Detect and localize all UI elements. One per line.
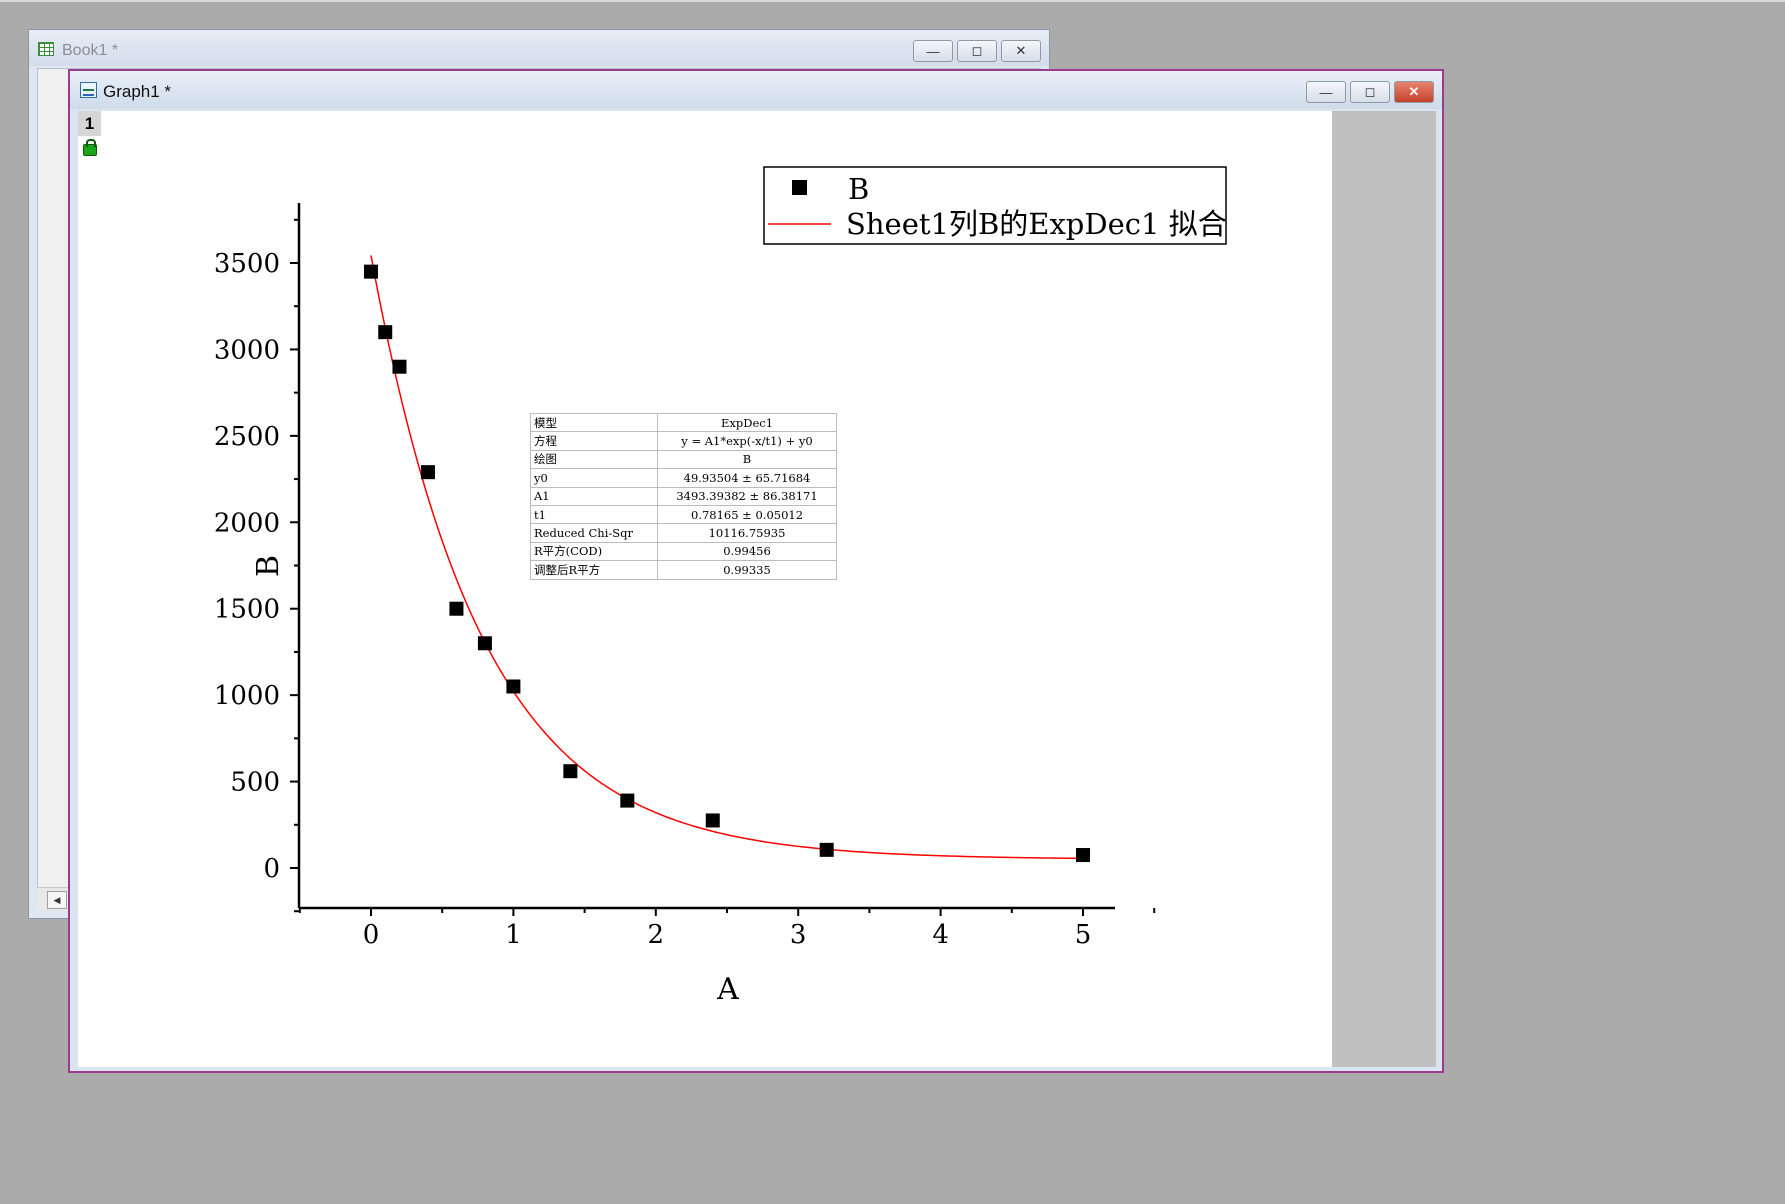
y-tick-label: 2000 bbox=[214, 508, 280, 538]
x-tick-label: 2 bbox=[648, 920, 665, 950]
data-point bbox=[506, 679, 521, 694]
scroll-left-arrow-icon[interactable]: ◀ bbox=[47, 891, 67, 909]
stats-key: Reduced Chi-Sqr bbox=[530, 523, 658, 543]
stats-row: 调整后R平方 0.99335 bbox=[530, 560, 837, 580]
stats-row: t1 0.78165 ± 0.05012 bbox=[530, 504, 837, 525]
data-point bbox=[620, 793, 635, 808]
mdi-top-border bbox=[0, 0, 1785, 2]
stats-value: y = A1*exp(-x/t1) + y0 bbox=[657, 431, 837, 451]
x-tick-label: 4 bbox=[932, 920, 949, 950]
stats-value: 10116.75935 bbox=[657, 523, 837, 543]
book1-titlebar[interactable]: Book1 * — ◻ ✕ bbox=[29, 30, 1049, 66]
stats-row: y0 49.93504 ± 65.71684 bbox=[530, 468, 837, 488]
stats-value: 0.99335 bbox=[657, 560, 837, 580]
stats-row: Reduced Chi-Sqr 10116.75935 bbox=[530, 523, 837, 543]
book1-minimize-button[interactable]: — bbox=[913, 40, 953, 62]
fit-stats-table[interactable]: 模型 ExpDec1 方程 y = A1*exp(-x/t1) + y0 绘图 By0 49… bbox=[530, 412, 837, 580]
legend[interactable]: B Sheet1列B的ExpDec1 拟合 bbox=[763, 166, 1227, 245]
graph1-window[interactable]: Graph1 * — ◻ ✕ 1 0 1 2 3 4 5 0 500 1000 1500 2000 2… bbox=[68, 69, 1444, 1073]
data-point bbox=[1076, 848, 1090, 863]
stats-key: 调整后R平方 bbox=[530, 560, 658, 580]
x-tick-label: 0 bbox=[363, 920, 380, 950]
worksheet-icon bbox=[38, 42, 54, 56]
x-tick-label: 1 bbox=[505, 920, 522, 950]
y-tick-label: 500 bbox=[230, 768, 280, 798]
y-axis-label: B bbox=[251, 555, 286, 577]
stats-value: 49.93504 ± 65.71684 bbox=[657, 468, 837, 488]
y-tick-label: 1000 bbox=[214, 681, 280, 711]
data-point bbox=[364, 264, 378, 279]
stats-row: 绘图 B bbox=[530, 449, 837, 470]
legend-fit-label: Sheet1列B的ExpDec1 拟合 bbox=[846, 207, 1227, 241]
data-point bbox=[420, 465, 435, 480]
stats-row: A1 3493.39382 ± 86.38171 bbox=[530, 486, 837, 506]
stats-row: R平方(COD) 0.99456 bbox=[530, 541, 837, 562]
book1-close-button[interactable]: ✕ bbox=[1001, 40, 1041, 62]
stats-key: 模型 bbox=[530, 412, 658, 433]
x-axis-label: A bbox=[716, 972, 739, 1007]
book1-caption-buttons: — ◻ ✕ bbox=[913, 40, 1041, 62]
data-point bbox=[449, 601, 464, 616]
x-tick-label: 3 bbox=[790, 920, 807, 950]
stats-value: 3493.39382 ± 86.38171 bbox=[657, 486, 837, 506]
y-tick-label: 3500 bbox=[214, 249, 280, 279]
stats-value: B bbox=[657, 449, 837, 470]
stats-key: 绘图 bbox=[530, 449, 658, 470]
stats-key: y0 bbox=[530, 468, 658, 488]
stats-row: 模型 ExpDec1 bbox=[530, 412, 837, 433]
stats-key: A1 bbox=[530, 486, 658, 506]
data-point bbox=[378, 325, 393, 340]
data-point bbox=[563, 764, 578, 779]
stats-value: 0.99456 bbox=[657, 541, 837, 562]
stats-value: ExpDec1 bbox=[657, 412, 837, 433]
stats-row: 方程 y = A1*exp(-x/t1) + y0 bbox=[530, 431, 837, 451]
x-tick-label: 5 bbox=[1075, 920, 1092, 950]
data-point bbox=[392, 359, 407, 374]
data-point bbox=[705, 813, 720, 828]
y-tick-label: 0 bbox=[263, 854, 280, 884]
y-tick-label: 2500 bbox=[214, 422, 280, 452]
stats-key: 方程 bbox=[530, 431, 658, 451]
legend-scatter-marker bbox=[792, 180, 807, 195]
book1-title: Book1 * bbox=[62, 42, 119, 59]
data-point bbox=[477, 636, 492, 651]
y-tick-label: 3000 bbox=[214, 335, 280, 365]
book1-restore-button[interactable]: ◻ bbox=[957, 40, 997, 62]
stats-key: t1 bbox=[530, 504, 658, 525]
stats-value: 0.78165 ± 0.05012 bbox=[657, 504, 837, 525]
y-tick-label: 1500 bbox=[214, 595, 280, 625]
legend-scatter-label: B bbox=[848, 172, 869, 206]
data-point bbox=[819, 842, 834, 857]
stats-key: R平方(COD) bbox=[530, 541, 658, 562]
